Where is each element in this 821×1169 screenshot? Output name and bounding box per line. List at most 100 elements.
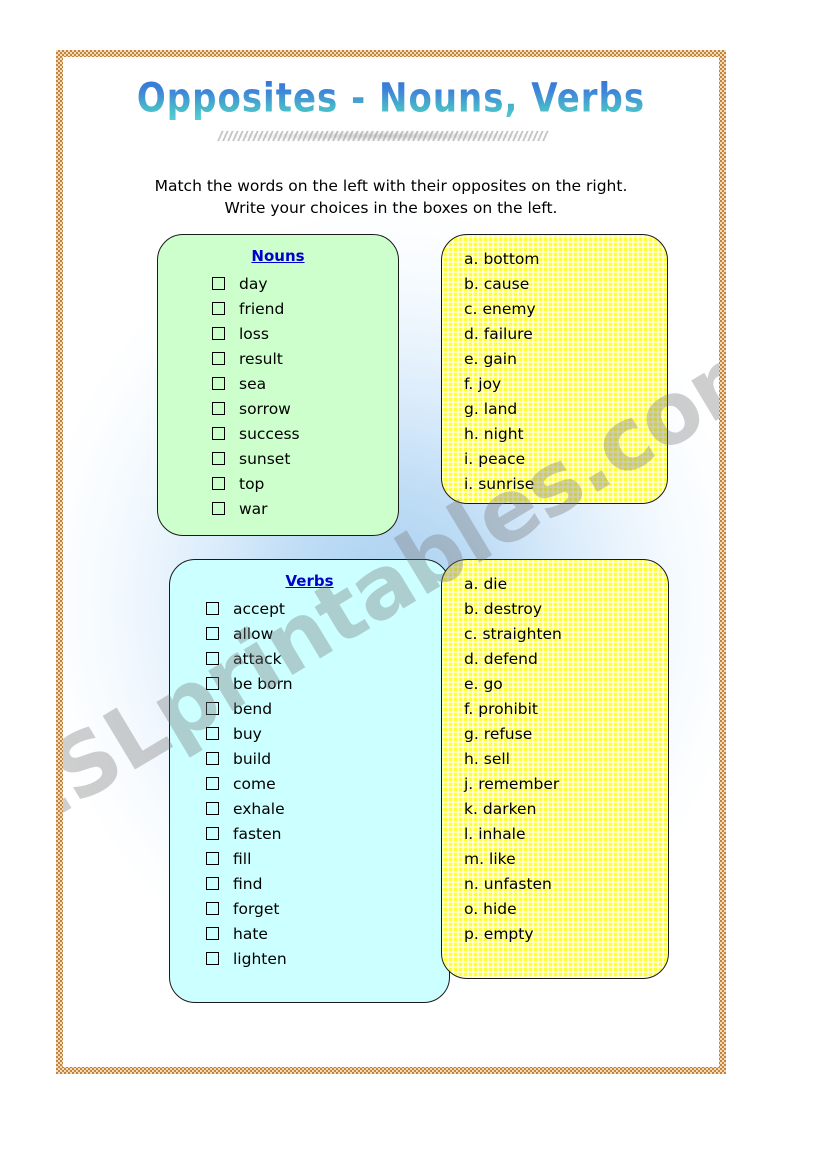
word-label: exhale — [233, 799, 285, 818]
list-item[interactable]: h. sell — [464, 747, 668, 772]
option-letter: f. — [464, 700, 474, 718]
list-item[interactable]: o. hide — [464, 897, 668, 922]
option-word: hide — [483, 900, 517, 918]
list-item[interactable]: success — [212, 421, 398, 446]
list-item[interactable]: build — [206, 746, 449, 771]
list-item[interactable]: l. inhale — [464, 822, 668, 847]
list-item[interactable]: fasten — [206, 821, 449, 846]
checkbox[interactable] — [212, 502, 225, 515]
list-item[interactable]: f. prohibit — [464, 697, 668, 722]
checkbox[interactable] — [212, 402, 225, 415]
checkbox[interactable] — [212, 477, 225, 490]
list-item[interactable]: bend — [206, 696, 449, 721]
checkbox[interactable] — [206, 677, 219, 690]
verbs-answer-list: a. die b. destroy c. straighten d. defend — [442, 572, 668, 947]
word-label: come — [233, 774, 276, 793]
word-label: bend — [233, 699, 273, 718]
checkbox[interactable] — [212, 377, 225, 390]
list-item[interactable]: attack — [206, 646, 449, 671]
checkbox[interactable] — [206, 827, 219, 840]
list-item[interactable]: d. failure — [464, 322, 667, 347]
verbs-word-list: accept allow attack be born bend buy bui… — [170, 596, 449, 971]
checkbox[interactable] — [206, 802, 219, 815]
checkbox[interactable] — [212, 327, 225, 340]
list-item[interactable]: e. gain — [464, 347, 667, 372]
list-item[interactable]: k. darken — [464, 797, 668, 822]
word-label: find — [233, 874, 263, 893]
list-item[interactable]: result — [212, 346, 398, 371]
checkbox[interactable] — [212, 352, 225, 365]
list-item[interactable]: g. land — [464, 397, 667, 422]
option-letter: c. — [464, 300, 478, 318]
option-word: go — [483, 675, 503, 693]
list-item[interactable]: forget — [206, 896, 449, 921]
list-item[interactable]: h. night — [464, 422, 667, 447]
checkbox[interactable] — [206, 702, 219, 715]
list-item[interactable]: exhale — [206, 796, 449, 821]
list-item[interactable]: war — [212, 496, 398, 521]
list-item[interactable]: come — [206, 771, 449, 796]
option-letter: o. — [464, 900, 479, 918]
list-item[interactable]: be born — [206, 671, 449, 696]
list-item[interactable]: j. remember — [464, 772, 668, 797]
list-item[interactable]: accept — [206, 596, 449, 621]
option-letter: g. — [464, 725, 479, 743]
option-word: prohibit — [478, 700, 538, 718]
word-label: allow — [233, 624, 274, 643]
list-item[interactable]: c. straighten — [464, 622, 668, 647]
option-letter: p. — [464, 925, 479, 943]
list-item[interactable]: find — [206, 871, 449, 896]
checkbox[interactable] — [206, 777, 219, 790]
list-item[interactable]: b. cause — [464, 272, 667, 297]
checkbox[interactable] — [206, 902, 219, 915]
checkbox[interactable] — [212, 302, 225, 315]
instructions-line-1: Match the words on the left with their o… — [154, 177, 628, 195]
list-item[interactable]: buy — [206, 721, 449, 746]
list-item[interactable]: g. refuse — [464, 722, 668, 747]
word-label: success — [239, 424, 300, 443]
list-item[interactable]: i. sunrise — [464, 472, 667, 497]
list-item[interactable]: b. destroy — [464, 597, 668, 622]
option-word: sell — [483, 750, 510, 768]
list-item[interactable]: n. unfasten — [464, 872, 668, 897]
list-item[interactable]: c. enemy — [464, 297, 667, 322]
checkbox[interactable] — [206, 752, 219, 765]
list-item[interactable]: m. like — [464, 847, 668, 872]
checkbox[interactable] — [206, 877, 219, 890]
list-item[interactable]: a. bottom — [464, 247, 667, 272]
option-letter: i. — [464, 450, 474, 468]
list-item[interactable]: sorrow — [212, 396, 398, 421]
list-item[interactable]: sunset — [212, 446, 398, 471]
option-word: bottom — [483, 250, 540, 268]
list-item[interactable]: i. peace — [464, 447, 667, 472]
checkbox[interactable] — [212, 452, 225, 465]
option-letter: b. — [464, 600, 479, 618]
checkbox[interactable] — [206, 727, 219, 740]
checkbox[interactable] — [206, 852, 219, 865]
list-item[interactable]: day — [212, 271, 398, 296]
list-item[interactable]: e. go — [464, 672, 668, 697]
nouns-answers-card: a. bottom b. cause c. enemy d. failure e… — [441, 234, 668, 504]
list-item[interactable]: loss — [212, 321, 398, 346]
list-item[interactable]: lighten — [206, 946, 449, 971]
list-item[interactable]: a. die — [464, 572, 668, 597]
checkbox[interactable] — [212, 427, 225, 440]
list-item[interactable]: d. defend — [464, 647, 668, 672]
list-item[interactable]: sea — [212, 371, 398, 396]
checkbox[interactable] — [206, 602, 219, 615]
list-item[interactable]: fill — [206, 846, 449, 871]
checkbox[interactable] — [206, 952, 219, 965]
option-word: cause — [483, 275, 530, 293]
word-label: result — [239, 349, 283, 368]
list-item[interactable]: allow — [206, 621, 449, 646]
checkbox[interactable] — [206, 627, 219, 640]
list-item[interactable]: friend — [212, 296, 398, 321]
checkbox[interactable] — [212, 277, 225, 290]
list-item[interactable]: f. joy — [464, 372, 667, 397]
checkbox[interactable] — [206, 652, 219, 665]
list-item[interactable]: hate — [206, 921, 449, 946]
list-item[interactable]: top — [212, 471, 398, 496]
word-label: lighten — [233, 949, 287, 968]
list-item[interactable]: p. empty — [464, 922, 668, 947]
checkbox[interactable] — [206, 927, 219, 940]
